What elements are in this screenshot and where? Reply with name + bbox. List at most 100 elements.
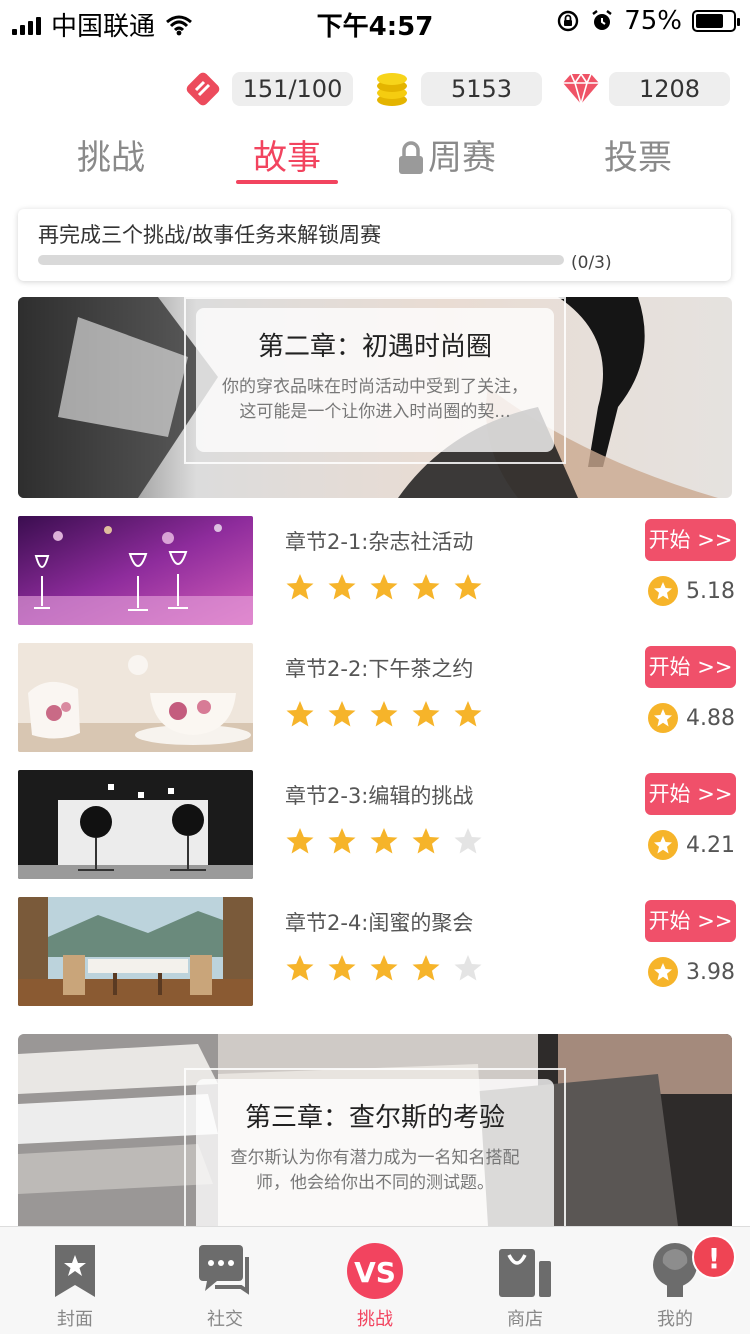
battery-icon xyxy=(692,10,740,32)
star-filled-icon xyxy=(286,574,314,600)
story-screen: 中国联通 下午4:57 75% 151/100 5153 1208 挑战 故事 … xyxy=(0,0,750,1334)
tab-label: 故事 xyxy=(253,138,321,178)
nav-label: 商店 xyxy=(507,1309,543,1330)
battery-percent: 75% xyxy=(624,6,682,36)
alarm-icon xyxy=(592,10,612,30)
rating-stars xyxy=(285,699,483,729)
nav-label: 封面 xyxy=(57,1309,93,1330)
chapter-2-desc: 你的穿衣品味在时尚活动中受到了关注，这可能是一个让你进入时尚圈的契... xyxy=(222,377,528,422)
tab-challenge[interactable]: 挑战 xyxy=(56,130,166,190)
star-filled-icon xyxy=(328,574,356,600)
score-value: 4.88 xyxy=(686,705,735,731)
gem-icon xyxy=(563,72,599,106)
chapter-3-textbox: 第三章：查尔斯的考验 查尔斯认为你有潜力成为一名知名搭配师，他会给你出不同的测试… xyxy=(196,1079,554,1226)
unlock-progress-count: (0/3) xyxy=(571,253,612,273)
star-filled-icon xyxy=(454,701,482,727)
star-empty-icon xyxy=(454,828,482,854)
rotation-lock-icon xyxy=(558,10,579,32)
bottom-nav: 封面 社交 VS 挑战 商店 我的 ! xyxy=(0,1226,750,1334)
currency-bar: 151/100 5153 1208 xyxy=(0,72,750,106)
tab-story[interactable]: 故事 xyxy=(232,130,342,190)
star-filled-icon xyxy=(412,574,440,600)
star-filled-icon xyxy=(370,828,398,854)
section-item-2-4: 章节2-4:闺蜜的聚会 开始 >> 3.98 xyxy=(0,897,750,1007)
active-tab-underline xyxy=(236,180,338,184)
score-display: 3.98 xyxy=(648,957,735,987)
start-button[interactable]: 开始 >> xyxy=(645,900,736,942)
section-item-2-1: 章节2-1:杂志社活动 开始 >> 5.18 xyxy=(0,516,750,626)
star-filled-icon xyxy=(286,828,314,854)
star-coin-icon xyxy=(648,576,678,606)
star-filled-icon xyxy=(286,955,314,981)
status-bar: 中国联通 下午4:57 75% xyxy=(0,0,750,42)
nav-shop[interactable]: 商店 xyxy=(450,1227,600,1334)
score-value: 4.21 xyxy=(686,832,735,858)
rating-stars xyxy=(285,953,483,983)
score-value: 5.18 xyxy=(686,578,735,604)
bookmark-icon xyxy=(55,1245,95,1297)
nav-social[interactable]: 社交 xyxy=(150,1227,300,1334)
tab-label: 挑战 xyxy=(77,138,145,178)
section-thumbnail xyxy=(18,897,253,1006)
tab-label: 周赛 xyxy=(428,138,496,178)
section-title: 章节2-4:闺蜜的聚会 xyxy=(285,911,474,935)
star-filled-icon xyxy=(370,574,398,600)
star-empty-icon xyxy=(454,955,482,981)
star-coin-icon xyxy=(648,830,678,860)
chat-icon xyxy=(199,1245,249,1295)
star-filled-icon xyxy=(412,701,440,727)
chapter-3-banner[interactable]: 第三章：查尔斯的考验 查尔斯认为你有潜力成为一名知名搭配师，他会给你出不同的测试… xyxy=(18,1034,732,1226)
coins-icon xyxy=(377,73,407,106)
score-display: 4.21 xyxy=(648,830,735,860)
start-button[interactable]: 开始 >> xyxy=(645,646,736,688)
section-thumbnail xyxy=(18,643,253,752)
section-thumbnail xyxy=(18,516,253,625)
lock-icon xyxy=(399,141,423,174)
rating-stars xyxy=(285,572,483,602)
score-value: 3.98 xyxy=(686,959,735,985)
energy-counter[interactable]: 151/100 xyxy=(232,72,353,106)
coins-counter[interactable]: 5153 xyxy=(421,72,542,106)
nav-cover[interactable]: 封面 xyxy=(0,1227,150,1334)
unlock-progress-card: 再完成三个挑战/故事任务来解锁周赛 (0/3) xyxy=(18,209,731,281)
section-thumbnail xyxy=(18,770,253,879)
star-filled-icon xyxy=(328,828,356,854)
start-button[interactable]: 开始 >> xyxy=(645,773,736,815)
start-button[interactable]: 开始 >> xyxy=(645,519,736,561)
star-filled-icon xyxy=(454,574,482,600)
score-display: 5.18 xyxy=(648,576,735,606)
star-coin-icon xyxy=(648,957,678,987)
chapter-3-desc: 查尔斯认为你有潜力成为一名知名搭配师，他会给你出不同的测试题。 xyxy=(230,1148,520,1193)
shopping-bag-icon xyxy=(499,1249,551,1297)
star-filled-icon xyxy=(286,701,314,727)
nav-challenge[interactable]: VS 挑战 xyxy=(300,1227,450,1334)
unlock-message: 再完成三个挑战/故事任务来解锁周赛 xyxy=(38,223,382,247)
section-item-2-2: 章节2-2:下午茶之约 开始 >> 4.88 xyxy=(0,643,750,753)
nav-label: 挑战 xyxy=(357,1309,393,1330)
top-tabs: 挑战 故事 周赛 投票 xyxy=(0,130,750,190)
star-filled-icon xyxy=(370,955,398,981)
chapter-3-title: 第三章：查尔斯的考验 xyxy=(244,1103,505,1133)
star-filled-icon xyxy=(370,701,398,727)
section-title: 章节2-2:下午茶之约 xyxy=(285,657,474,681)
unlock-progress-bar xyxy=(38,255,564,265)
star-filled-icon xyxy=(328,955,356,981)
section-title: 章节2-1:杂志社活动 xyxy=(285,530,474,554)
chapter-2-banner[interactable]: 第二章：初遇时尚圈 你的穿衣品味在时尚活动中受到了关注，这可能是一个让你进入时尚… xyxy=(18,297,732,498)
gems-counter[interactable]: 1208 xyxy=(609,72,730,106)
tab-vote[interactable]: 投票 xyxy=(583,130,693,190)
notification-badge: ! xyxy=(692,1235,736,1279)
star-filled-icon xyxy=(412,955,440,981)
star-filled-icon xyxy=(412,828,440,854)
star-filled-icon xyxy=(328,701,356,727)
nav-label: 我的 xyxy=(657,1309,693,1330)
star-coin-icon xyxy=(648,703,678,733)
chapter-2-title: 第二章：初遇时尚圈 xyxy=(257,332,492,362)
vs-icon: VS xyxy=(347,1243,403,1299)
tab-label: 投票 xyxy=(604,138,672,178)
tab-weekly[interactable]: 周赛 xyxy=(396,130,500,190)
score-display: 4.88 xyxy=(648,703,735,733)
chapter-2-textbox: 第二章：初遇时尚圈 你的穿衣品味在时尚活动中受到了关注，这可能是一个让你进入时尚… xyxy=(196,308,554,452)
rating-stars xyxy=(285,826,483,856)
nav-label: 社交 xyxy=(207,1309,243,1330)
